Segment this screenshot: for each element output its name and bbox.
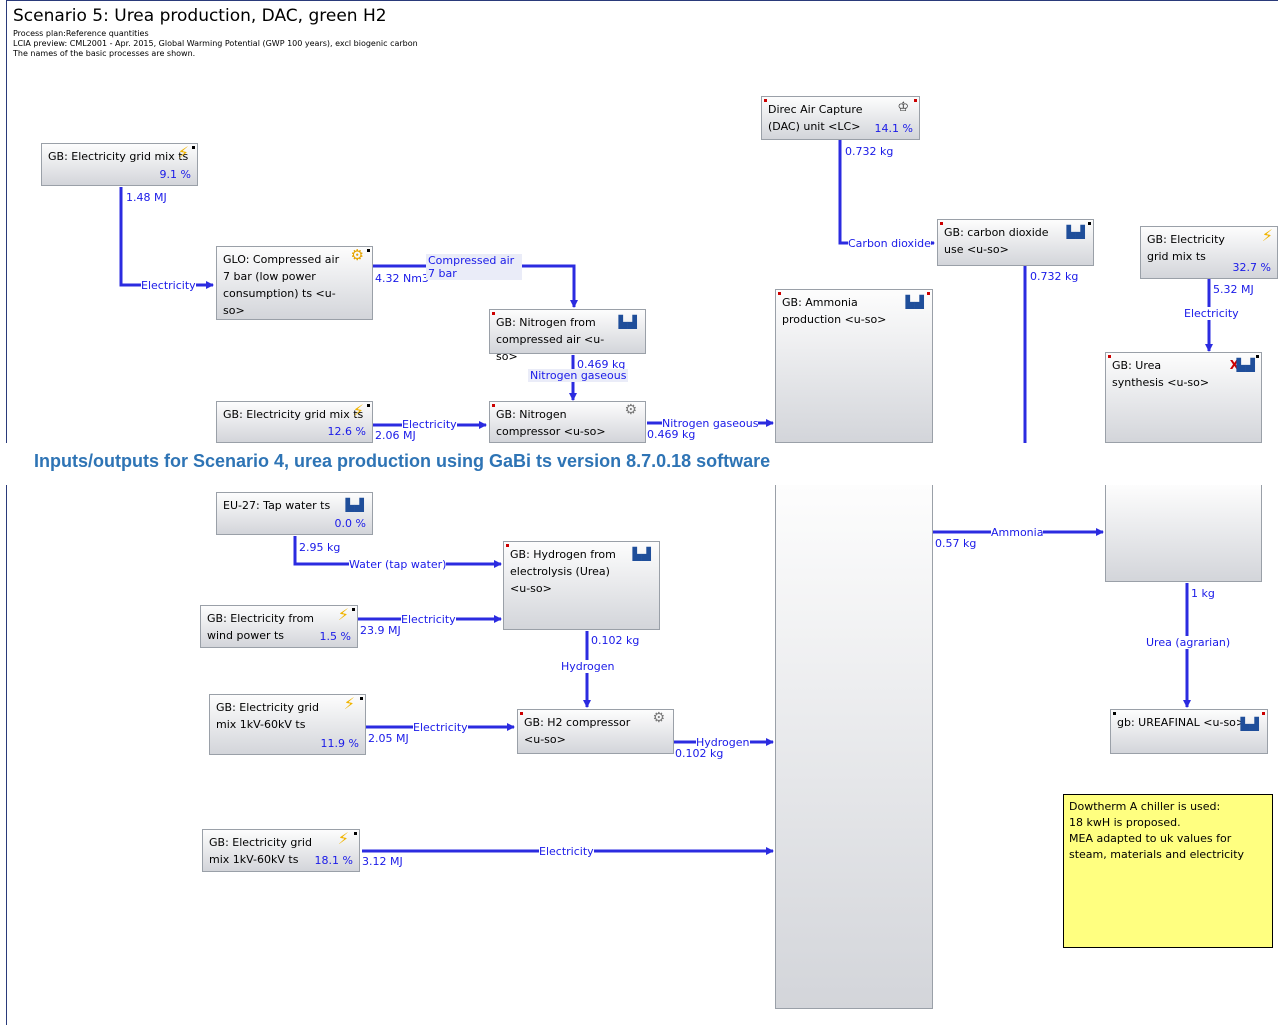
flow-label-elec3[interactable]: Electricity	[1184, 307, 1239, 320]
lightning-icon: ⚡	[352, 401, 364, 420]
flow-qty-urea: 1 kg	[1191, 587, 1215, 600]
process-co2-use[interactable]: GB: carbon dioxide use <u-so> ▙▟	[937, 219, 1094, 266]
factory-icon: ▙▟	[632, 547, 651, 561]
flow-label-co2[interactable]: Carbon dioxide	[848, 237, 931, 250]
corner-marker	[492, 312, 495, 315]
lightning-icon: ⚡	[1261, 226, 1273, 245]
factory-icon: ▙▟	[1066, 225, 1085, 239]
flow-label-air[interactable]: Compressed air 7 bar	[426, 254, 522, 280]
lightning-icon: ⚡	[337, 829, 349, 848]
flow-label-ammonia[interactable]: Ammonia	[991, 526, 1044, 539]
lightning-icon: ⚡	[343, 694, 355, 713]
impact-percent: 11.9 %	[320, 737, 359, 750]
factory-icon: ▙▟	[1240, 717, 1259, 731]
impact-percent: 32.7 %	[1232, 261, 1271, 274]
process-wind[interactable]: GB: Electricity from wind power ts ⚡ 1.5…	[200, 605, 358, 648]
flow-label-urea[interactable]: Urea (agrarian)	[1146, 636, 1231, 649]
corner-marker	[367, 249, 370, 252]
impact-percent: 12.6 %	[327, 425, 366, 438]
process-nitrogen-compressor[interactable]: GB: Nitrogen compressor <u-so> ⚙	[489, 401, 646, 443]
process-grid-mix-2[interactable]: GB: Electricity grid mix ts ⚡ 12.6 %	[216, 401, 373, 443]
corner-marker	[192, 146, 195, 149]
flow-qty-h2: 0.102 kg	[591, 634, 640, 647]
flow-qty-co2: 0.732 kg	[845, 145, 894, 158]
flow-qty-elec-wind: 23.9 MJ	[360, 624, 401, 637]
factory-icon: ▙▟	[905, 295, 924, 309]
flow-label-water[interactable]: Water (tap water)	[349, 558, 447, 571]
note-line-1: Dowtherm A chiller is used:	[1069, 800, 1221, 813]
process-ammonia-upper[interactable]: GB: Ammonia production <u-so> ▙▟	[775, 289, 933, 443]
corner-marker	[778, 292, 781, 295]
corner-marker	[1113, 712, 1116, 715]
gear-icon: ⚙	[624, 402, 637, 418]
corner-marker	[940, 222, 943, 225]
process-dac[interactable]: Direc Air Capture (DAC) unit <LC> ♔ 14.1…	[761, 96, 920, 140]
flow-label-elec4[interactable]: Electricity	[413, 721, 468, 734]
corner-marker	[354, 832, 357, 835]
impact-percent: 18.1 %	[314, 854, 353, 867]
corner-marker	[764, 99, 767, 102]
process-grid-mix-4[interactable]: GB: Electricity grid mix 1kV-60kV ts ⚡ 1…	[209, 694, 366, 755]
corner-marker	[1088, 222, 1091, 225]
process-grid-mix-1[interactable]: GB: Electricity grid mix ts ⚡ 9.1 %	[41, 143, 198, 186]
note-line-3: MEA adapted to uk values for steam, mate…	[1069, 832, 1245, 861]
flow-label-elec1[interactable]: Electricity	[141, 279, 196, 292]
lightning-icon: ⚡	[177, 143, 189, 162]
corner-marker	[1256, 355, 1259, 358]
flow-qty-air: 4.32 Nm3	[375, 272, 429, 285]
process-ureafinal[interactable]: gb: UREAFINAL <u-so> ▙▟	[1110, 709, 1268, 754]
flow-qty-ammonia: 0.57 kg	[935, 537, 977, 550]
corner-marker	[520, 712, 523, 715]
flow-qty-water: 2.95 kg	[299, 541, 341, 554]
flow-qty-h2-out: 0.102 kg	[675, 747, 724, 760]
flow-qty-n2-2: 0.469 kg	[647, 428, 696, 441]
corner-marker	[352, 608, 355, 611]
gear-icon: ⚙	[652, 710, 665, 726]
process-ammonia-lower[interactable]	[775, 485, 933, 1009]
process-tap-water[interactable]: EU-27: Tap water ts ▙▟ 0.0 %	[216, 492, 373, 535]
flow-qty-elec3: 5.32 MJ	[1213, 283, 1254, 296]
note-line-2: 18 kwH is proposed.	[1069, 816, 1181, 829]
impact-percent: 9.1 %	[159, 168, 191, 181]
flow-label-h2[interactable]: Hydrogen	[561, 660, 615, 673]
corner-marker	[492, 404, 495, 407]
figure-caption-band: Inputs/outputs for Scenario 4, urea prod…	[0, 443, 1278, 485]
process-hydrogen-electrolysis[interactable]: GB: Hydrogen from electrolysis (Urea) <u…	[503, 541, 660, 630]
corner-marker	[914, 99, 917, 102]
flow-qty-elec2: 2.06 MJ	[375, 429, 416, 442]
corner-marker	[367, 404, 370, 407]
corner-marker	[1108, 355, 1111, 358]
corner-marker	[360, 697, 363, 700]
figure-caption: Inputs/outputs for Scenario 4, urea prod…	[34, 451, 771, 471]
factory-icon: ▙▟	[1236, 358, 1255, 372]
impact-percent: 1.5 %	[319, 630, 351, 643]
corner-marker	[927, 292, 930, 295]
process-h2-compressor[interactable]: GB: H2 compressor <u-so> ⚙	[517, 709, 674, 754]
process-urea-synthesis-lower[interactable]	[1105, 485, 1262, 582]
impact-percent: 14.1 %	[874, 122, 913, 135]
flow-qty-elec4: 2.05 MJ	[368, 732, 409, 745]
hierarchy-icon: ♔	[897, 100, 909, 115]
flow-qty-co2-out: 0.732 kg	[1030, 270, 1079, 283]
lightning-icon: ⚡	[337, 605, 349, 624]
flow-label-n2-1[interactable]: Nitrogen gaseous	[528, 369, 629, 382]
impact-percent: 0.0 %	[334, 517, 366, 530]
process-grid-mix-5[interactable]: GB: Electricity grid mix 1kV-60kV ts ⚡ 1…	[202, 829, 360, 872]
process-grid-mix-3[interactable]: GB: Electricity grid mix ts ⚡ 32.7 %	[1140, 226, 1278, 279]
sticky-note[interactable]: Dowtherm A chiller is used: 18 kwH is pr…	[1063, 794, 1273, 948]
flow-label-elec5[interactable]: Electricity	[539, 845, 594, 858]
flow-qty-elec5: 3.12 MJ	[362, 855, 403, 868]
process-compressed-air[interactable]: GLO: Compressed air 7 bar (low power con…	[216, 246, 373, 320]
process-nitrogen-from-air[interactable]: GB: Nitrogen from compressed air <u-so> …	[489, 309, 646, 363]
corner-marker	[1262, 712, 1265, 715]
flow-label-elec-wind[interactable]: Electricity	[401, 613, 456, 626]
gear-icon: ⚙	[350, 246, 364, 264]
corner-marker	[506, 544, 509, 547]
flow-qty-elec1: 1.48 MJ	[126, 191, 167, 204]
factory-icon: ▙▟	[618, 315, 637, 329]
factory-icon: ▙▟	[345, 498, 364, 512]
process-urea-synthesis-upper[interactable]: GB: Urea synthesis <u-so> X ▙▟	[1105, 352, 1262, 443]
